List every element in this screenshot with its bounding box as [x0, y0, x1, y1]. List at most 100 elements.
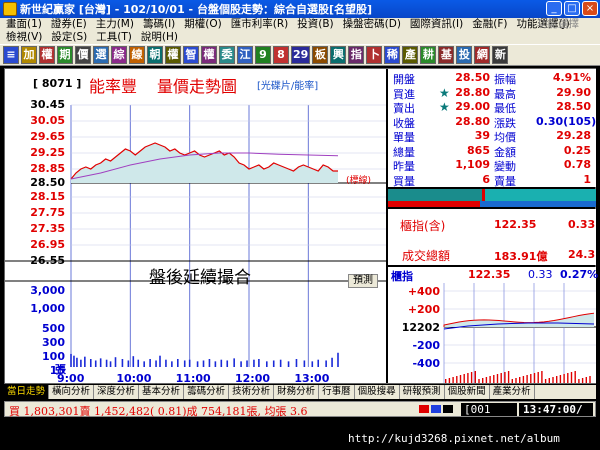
tab-8[interactable]: 個股搜尋 [355, 385, 400, 399]
menu-item[interactable]: 操盤密碼(D) [343, 18, 401, 30]
maximize-button[interactable]: □ [564, 1, 580, 16]
mini-chart-pct: 0.27% [560, 268, 599, 281]
toolbar-button[interactable]: 卜 [366, 46, 383, 64]
toolbar-button[interactable]: 價 [75, 46, 91, 64]
index-label: 櫃指(含) [400, 219, 446, 233]
tab-7[interactable]: 行事曆 [319, 385, 355, 399]
mini-volume-bar [504, 372, 506, 383]
menu-item[interactable]: 期權(O) [184, 18, 221, 30]
analysis-tabs: 當日走勢 橫向分析 深度分析 基本分析 籌碼分析 技術分析 財務分析 行事曆 個股搜尋 研報預測個… [4, 385, 596, 399]
toolbar-button[interactable]: 線 [129, 46, 145, 64]
mini-volume-bar [478, 379, 480, 383]
status-indicator-black [443, 405, 453, 413]
mini-tick: 12202 [402, 321, 440, 334]
toolbar-button[interactable]: 新 [492, 46, 509, 64]
mini-volume-bar [537, 372, 539, 383]
toolbar-button[interactable]: 板 [312, 46, 329, 64]
menu-item[interactable]: 工具(T) [96, 31, 132, 43]
tab-10[interactable]: 個股新聞 [445, 385, 490, 399]
volume-bar [94, 360, 97, 367]
mini-volume-bar [511, 379, 513, 383]
toolbar-button[interactable]: 綜 [111, 46, 127, 64]
quote-value: 39 [474, 129, 490, 142]
toolbar-button[interactable]: 8 [273, 46, 289, 64]
toolbar-button[interactable]: 權 [165, 46, 181, 64]
function-key-label[interactable]: 功能選擇 [537, 18, 579, 31]
mini-volume-bar [459, 375, 462, 383]
volume-bar [303, 360, 306, 367]
menu-item[interactable]: 設定(S) [51, 31, 87, 43]
price-tick: 28.50 [30, 176, 65, 189]
toolbar-button[interactable]: 江 [237, 46, 253, 64]
time-tick: 12:00 [235, 372, 271, 385]
tab-2[interactable]: 深度分析 [94, 385, 140, 399]
tab-0[interactable]: 當日走勢 [4, 385, 50, 399]
bid-ask-strip-2 [388, 201, 596, 207]
toolbar-button[interactable]: 稀 [384, 46, 401, 64]
toolbar-button[interactable]: 指 [348, 46, 365, 64]
tab-9[interactable]: 研報預測 [400, 385, 445, 399]
toolbar-button[interactable]: 加 [21, 46, 37, 64]
menu-item[interactable]: 證券(E) [51, 18, 87, 30]
menu-item[interactable]: 籌碼(I) [143, 18, 175, 30]
index-value: 122.35 [494, 218, 537, 231]
mini-chart-change: 0.33 [528, 268, 553, 281]
quote-value: 28.80 [455, 114, 490, 128]
after-hours-text: 盤後延續撮合 [149, 268, 251, 288]
toolbar-button[interactable]: 網 [474, 46, 491, 64]
quote-value: 865 [467, 143, 490, 157]
toolbar-button[interactable]: 權 [201, 46, 217, 64]
star-icon: ★ [439, 100, 450, 114]
mini-volume-bar [448, 378, 451, 383]
menu-item[interactable]: 金融(F) [472, 18, 507, 30]
menu-item[interactable]: 畫面(1) [6, 18, 42, 30]
toolbar-button[interactable]: 9 [255, 46, 271, 64]
volume-bar [155, 360, 157, 367]
status-bar: 買 1,803,301賣 1,452,482( 0.81)成 754,181張,… [4, 401, 596, 418]
mini-volume-bar [567, 373, 569, 383]
time-tick: 10:00 [116, 372, 152, 385]
tab-6[interactable]: 財務分析 [274, 385, 320, 399]
menu-item[interactable]: 匯市利率(R) [231, 18, 289, 30]
toolbar-button[interactable]: 權 [39, 46, 55, 64]
volume-bar [114, 357, 117, 367]
toolbar-button[interactable]: 產 [402, 46, 419, 64]
toolbar-button[interactable]: 期 [57, 46, 73, 64]
toolbar-button[interactable]: 委 [219, 46, 235, 64]
volume-bar [137, 359, 140, 367]
toolbar-button[interactable]: 耕 [420, 46, 437, 64]
mini-volume-bar [541, 371, 543, 383]
menu-item[interactable]: 檢視(V) [6, 31, 42, 43]
close-button[interactable]: × [582, 1, 598, 16]
predict-button[interactable]: 預測 [348, 274, 378, 288]
menu-item[interactable]: 說明(H) [141, 31, 178, 43]
minimize-button[interactable]: _ [546, 1, 562, 16]
menu-item[interactable]: 主力(M) [96, 18, 134, 30]
quote-label: 買量 [393, 174, 415, 188]
tab-11[interactable]: 產業分析 [490, 385, 535, 399]
toolbar-button[interactable]: 基 [438, 46, 455, 64]
toolbar-button[interactable]: 投 [456, 46, 473, 64]
mini-volume-bar [452, 377, 454, 383]
tab-5[interactable]: 技術分析 [229, 385, 275, 399]
mini-volume-bar [507, 371, 510, 383]
tab-3[interactable]: 基本分析 [139, 385, 185, 399]
toolbar-button[interactable]: ≡ [3, 46, 19, 64]
quote-value: 1,109 [455, 158, 490, 171]
mini-volume-bar [470, 372, 473, 383]
toolbar-button[interactable]: 29 [291, 46, 311, 64]
quote-value: 0.78 [563, 158, 591, 171]
tab-1[interactable]: 橫向分析 [49, 385, 95, 399]
menu-item[interactable]: 投資(B) [297, 18, 333, 30]
tab-4[interactable]: 籌碼分析 [184, 385, 230, 399]
volume-bar [105, 359, 108, 367]
toolbar-button[interactable]: 智 [183, 46, 199, 64]
toolbar-button[interactable]: 朝 [147, 46, 163, 64]
code-input[interactable]: [001 [461, 403, 517, 416]
quote-value: 28.80 [455, 85, 490, 99]
toolbar-button[interactable]: 興 [330, 46, 347, 64]
toolbar-button[interactable]: 選 [93, 46, 109, 64]
quote-panel: 開盤 28.50 振幅 4.91% 買進 ★ 28.80 最高 29.90 賣出 ★ 29.00 最低 2… [388, 69, 596, 188]
menu-item[interactable]: 國際資訊(I) [410, 18, 463, 30]
mini-volume-bar [552, 377, 554, 383]
